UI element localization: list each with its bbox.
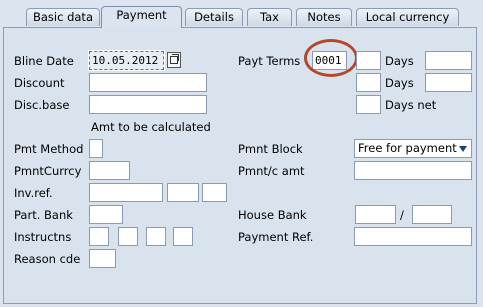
payt-terms-label: Payt Terms — [238, 54, 301, 68]
inv-ref-field-1[interactable] — [89, 183, 163, 202]
pmnt-currcy-label: PmntCurrcy — [14, 164, 82, 178]
days-net-field[interactable] — [356, 95, 381, 114]
tab-basic-data[interactable]: Basic data — [26, 8, 100, 26]
pmnt-block-selected: Free for payment — [358, 141, 457, 155]
bline-date-field[interactable]: 10.05.2012 — [88, 50, 165, 71]
instructns-field-1[interactable] — [89, 227, 109, 246]
days-label-1: Days — [385, 54, 414, 68]
pmnt-block-dropdown[interactable]: Free for payment — [354, 139, 472, 158]
pmnt-amt-field[interactable] — [354, 161, 472, 180]
days-label-2: Days — [385, 76, 414, 90]
days-field-2[interactable] — [356, 73, 381, 92]
reason-cde-field[interactable] — [89, 249, 116, 268]
days-field-1[interactable] — [356, 51, 381, 70]
discount-field[interactable] — [89, 73, 207, 92]
payment-ref-field[interactable] — [354, 227, 472, 246]
discount-label: Discount — [14, 76, 65, 90]
pmnt-amt-label: Pmnt/c amt — [238, 164, 305, 178]
instructns-field-2[interactable] — [118, 227, 138, 246]
inv-ref-field-3[interactable] — [202, 183, 227, 202]
pmt-method-field[interactable] — [89, 139, 103, 158]
pmt-method-label: Pmt Method — [14, 142, 84, 156]
calendar-icon[interactable] — [167, 52, 181, 68]
inv-ref-label: Inv.ref. — [14, 186, 53, 200]
highlight-circle — [304, 39, 358, 77]
days-percent-field-1[interactable] — [425, 51, 472, 70]
instructns-label: Instructns — [14, 230, 72, 244]
house-bank-label: House Bank — [238, 208, 307, 222]
house-bank-account-field[interactable] — [412, 205, 452, 224]
part-bank-label: Part. Bank — [14, 208, 73, 222]
house-bank-separator: / — [400, 208, 404, 222]
part-bank-field[interactable] — [89, 205, 123, 224]
inv-ref-field-2[interactable] — [167, 183, 199, 202]
amt-to-be-calculated-text: Amt to be calculated — [91, 120, 211, 134]
days-net-label: Days net — [385, 98, 437, 112]
tab-details[interactable]: Details — [185, 8, 243, 26]
payment-ref-label: Payment Ref. — [238, 230, 314, 244]
reason-cde-label: Reason cde — [14, 252, 81, 266]
instructns-field-3[interactable] — [146, 227, 166, 246]
disc-base-field[interactable] — [89, 95, 207, 114]
chevron-down-icon[interactable] — [459, 146, 467, 152]
tab-local-currency[interactable]: Local currency — [356, 8, 459, 26]
house-bank-field[interactable] — [355, 205, 396, 224]
days-percent-field-2[interactable] — [425, 73, 472, 92]
bline-date-label: Bline Date — [14, 54, 74, 68]
instructns-field-4[interactable] — [173, 227, 193, 246]
pmnt-currcy-field[interactable] — [89, 161, 130, 180]
tab-notes[interactable]: Notes — [296, 8, 352, 26]
disc-base-label: Disc.base — [14, 98, 70, 112]
tab-tax[interactable]: Tax — [247, 8, 292, 26]
tab-payment[interactable]: Payment — [101, 6, 182, 28]
pmnt-block-label: Pmnt Block — [238, 142, 303, 156]
